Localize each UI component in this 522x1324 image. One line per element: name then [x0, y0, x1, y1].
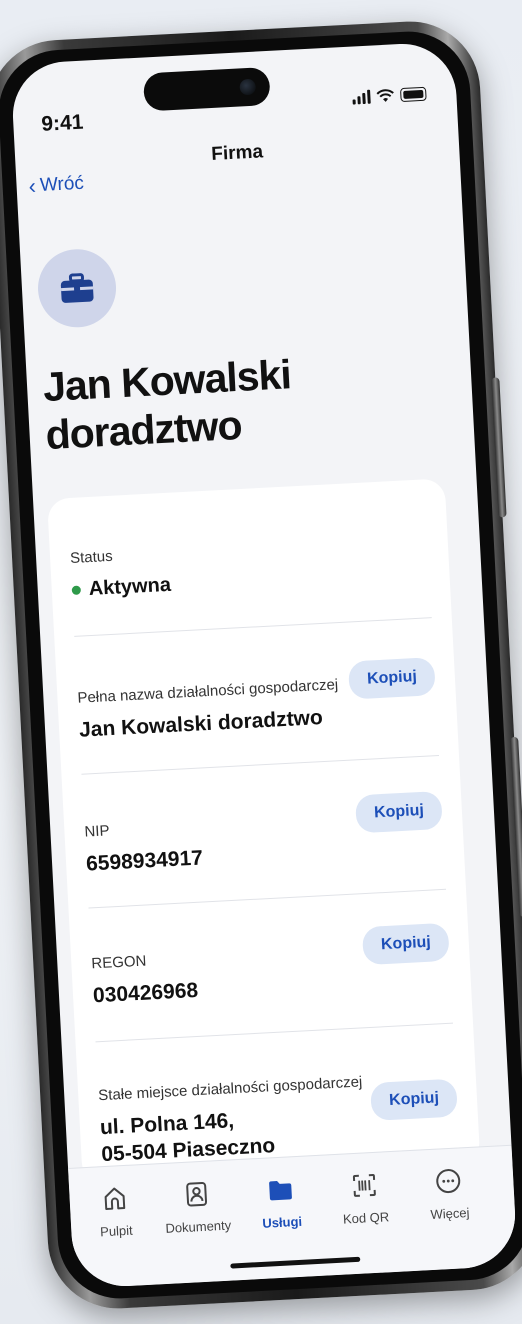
divider	[88, 888, 447, 909]
tab-dokumenty[interactable]: Dokumenty	[153, 1178, 242, 1236]
tab-label: Więcej	[430, 1205, 470, 1223]
phone-mockup: 9:41 ‹ Wróć Firma Jan Kowalski doradztwo…	[0, 0, 522, 1324]
wifi-icon	[376, 89, 394, 102]
copy-address-button[interactable]: Kopiuj	[370, 1078, 458, 1121]
more-icon	[436, 1169, 461, 1194]
divider	[95, 1022, 454, 1043]
copy-regon-button[interactable]: Kopiuj	[362, 922, 450, 966]
back-label: Wróć	[39, 172, 85, 197]
details-card: Status Aktywna Pełna nazwa działalności …	[47, 478, 481, 1185]
home-icon	[104, 1187, 126, 1211]
tab-label: Kod QR	[342, 1209, 390, 1227]
id-card-icon	[186, 1181, 208, 1207]
copy-full-name-button[interactable]: Kopiuj	[348, 657, 436, 700]
status-value: Aktywna	[88, 573, 172, 601]
dynamic-island	[142, 66, 271, 112]
address-label: Stałe miejsce działalności gospodarczej	[97, 1073, 363, 1105]
status-value-wrap: Aktywna	[71, 558, 430, 603]
tab-wiecej[interactable]: Więcej	[405, 1165, 494, 1223]
business-name-heading: Jan Kowalski doradztwo	[41, 351, 292, 459]
regon-value: 030426968	[92, 978, 199, 1008]
divider	[81, 754, 440, 775]
tab-bar: Pulpit Dokumenty Usługi Kod QR Więcej	[68, 1144, 518, 1289]
copy-nip-button[interactable]: Kopiuj	[355, 790, 443, 834]
full-name-label: Pełna nazwa działalności gospodarczej	[77, 676, 339, 707]
tab-uslugi[interactable]: Usługi	[237, 1174, 326, 1232]
divider	[74, 617, 432, 637]
qr-scan-icon	[352, 1174, 376, 1197]
tab-kod-qr[interactable]: Kod QR	[321, 1169, 410, 1227]
home-indicator[interactable]	[230, 1256, 361, 1269]
back-button[interactable]: ‹ Wróć	[27, 172, 85, 199]
status-row: Status Aktywna	[70, 531, 430, 603]
briefcase-icon	[60, 273, 94, 303]
status-icons	[352, 86, 427, 105]
tab-label: Dokumenty	[165, 1217, 232, 1236]
full-name-value: Jan Kowalski doradztwo	[78, 706, 324, 742]
tab-pulpit[interactable]: Pulpit	[71, 1182, 160, 1240]
tab-label: Usługi	[261, 1213, 303, 1231]
full-name-row: Pełna nazwa działalności gospodarczej Ja…	[77, 676, 339, 744]
battery-icon	[399, 86, 427, 103]
business-avatar	[36, 247, 119, 330]
chevron-left-icon: ‹	[27, 173, 37, 199]
folder-icon	[269, 1181, 292, 1201]
tab-label: Pulpit	[99, 1222, 134, 1240]
nip-value: 6598934917	[85, 846, 204, 876]
page-title: Firma	[210, 141, 264, 166]
status-time: 9:41	[40, 110, 84, 136]
status-dot-icon	[71, 585, 82, 596]
signal-icon	[352, 89, 371, 105]
camera-icon	[239, 78, 257, 96]
phone-screen: 9:41 ‹ Wróć Firma Jan Kowalski doradztwo…	[10, 41, 518, 1289]
phone-device: 9:41 ‹ Wróć Firma Jan Kowalski doradztwo…	[0, 17, 522, 1313]
